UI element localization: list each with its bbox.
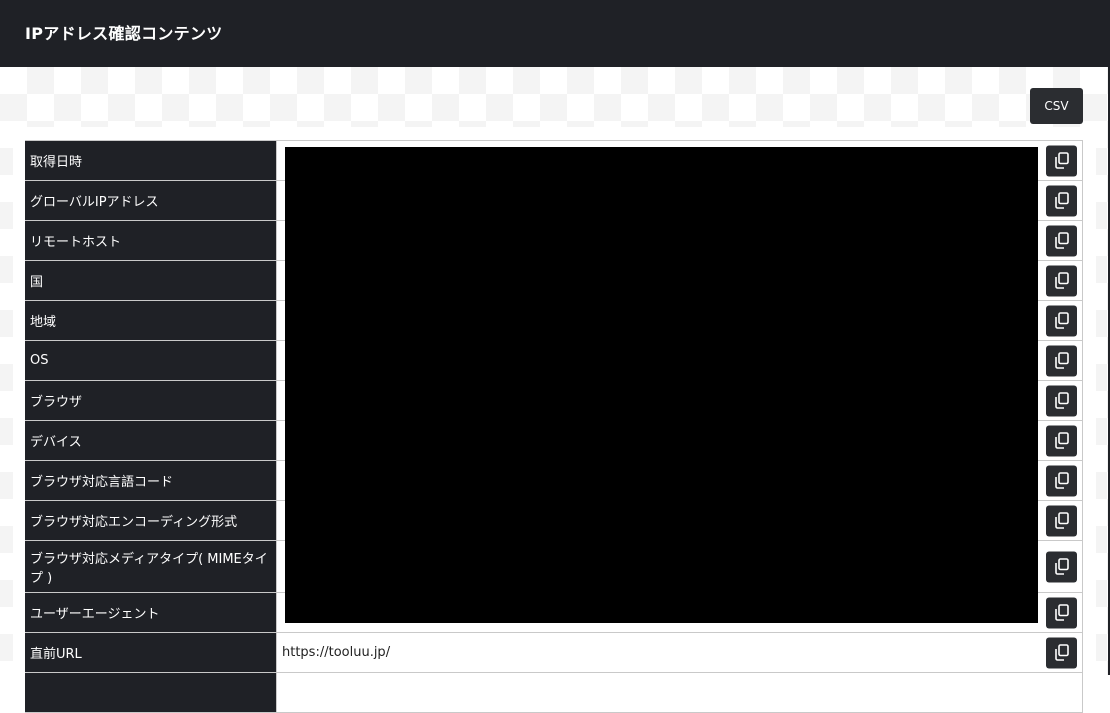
row-label: ユーザーエージェント (25, 593, 277, 632)
row-label: リモートホスト (25, 221, 277, 260)
copy-icon (1054, 512, 1069, 529)
copy-icon (1054, 152, 1069, 169)
copy-button[interactable] (1046, 225, 1077, 256)
row-value-text: https://tooluu.jp/ (282, 645, 391, 660)
copy-button[interactable] (1046, 385, 1077, 416)
copy-icon (1054, 352, 1069, 369)
row-label: ブラウザ対応エンコーディング形式 (25, 501, 277, 540)
copy-button[interactable] (1046, 185, 1077, 216)
row-label: ブラウザ対応メディアタイプ( MIMEタイプ ) (25, 541, 277, 592)
copy-icon (1054, 392, 1069, 409)
table-row (25, 673, 1083, 713)
copy-icon (1054, 272, 1069, 289)
row-label: デバイス (25, 421, 277, 460)
copy-button[interactable] (1046, 145, 1077, 176)
copy-button[interactable] (1046, 425, 1077, 456)
page-title: IPアドレス確認コンテンツ (25, 24, 223, 43)
copy-button[interactable] (1046, 597, 1077, 628)
row-label: 地域 (25, 301, 277, 340)
copy-button[interactable] (1046, 465, 1077, 496)
row-label (25, 673, 277, 712)
app-header: IPアドレス確認コンテンツ (0, 0, 1108, 67)
copy-icon (1054, 604, 1069, 621)
copy-button[interactable] (1046, 505, 1077, 536)
row-label: 取得日時 (25, 141, 277, 180)
copy-icon (1054, 558, 1069, 575)
copy-icon (1054, 232, 1069, 249)
copy-button[interactable] (1046, 305, 1077, 336)
copy-icon (1054, 472, 1069, 489)
row-label: 直前URL (25, 633, 277, 672)
copy-icon (1054, 644, 1069, 661)
copy-button[interactable] (1046, 637, 1077, 668)
copy-icon (1054, 432, 1069, 449)
row-label: OS (25, 341, 277, 380)
row-value (277, 673, 1083, 712)
row-label: 国 (25, 261, 277, 300)
copy-icon (1054, 312, 1069, 329)
table-row: 直前URL https://tooluu.jp/ (25, 633, 1083, 673)
copy-icon (1054, 192, 1069, 209)
row-value: https://tooluu.jp/ (277, 633, 1083, 672)
row-label: ブラウザ (25, 381, 277, 420)
row-label: グローバルIPアドレス (25, 181, 277, 220)
copy-button[interactable] (1046, 345, 1077, 376)
csv-button[interactable]: CSV (1030, 88, 1083, 124)
row-label: ブラウザ対応言語コード (25, 461, 277, 500)
copy-button[interactable] (1046, 265, 1077, 296)
copy-button[interactable] (1046, 551, 1077, 582)
redaction-overlay (285, 147, 1038, 623)
